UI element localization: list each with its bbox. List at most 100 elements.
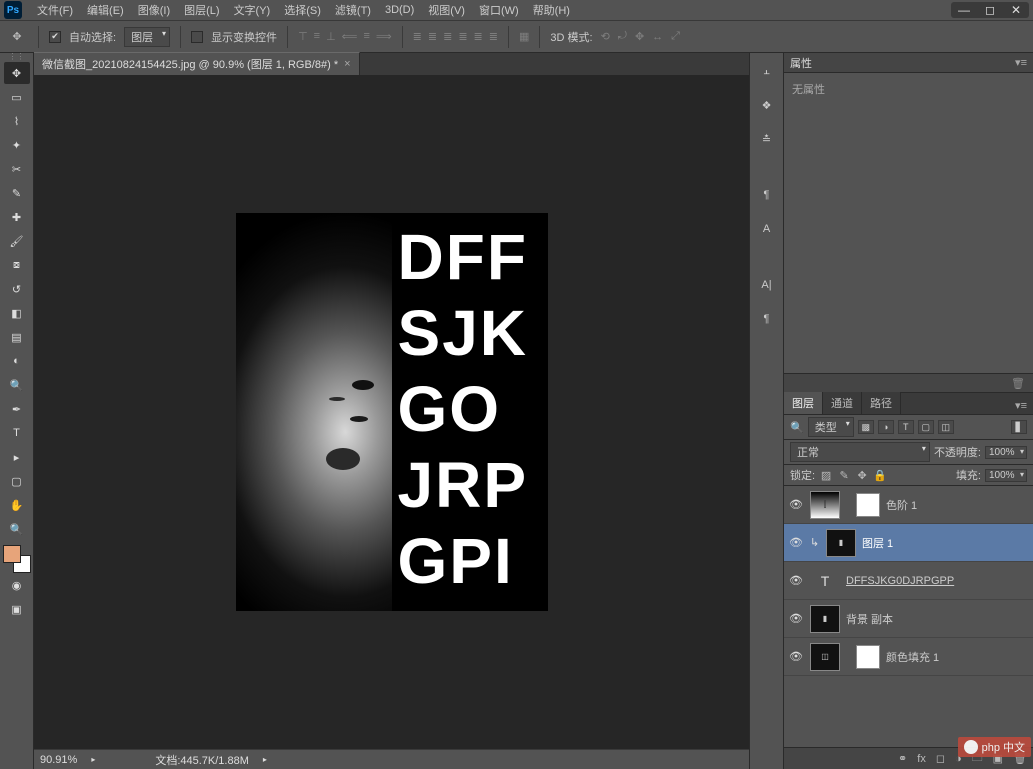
- auto-select-checkbox[interactable]: ✔: [49, 31, 61, 43]
- menu-file[interactable]: 文件(F): [30, 0, 80, 20]
- menu-edit[interactable]: 编辑(E): [80, 0, 131, 20]
- menu-help[interactable]: 帮助(H): [526, 0, 577, 20]
- hand-tool[interactable]: ✋: [4, 494, 30, 516]
- align-right-icon[interactable]: ⟹: [376, 30, 392, 43]
- zoom-readout[interactable]: 90.91%: [40, 754, 77, 766]
- add-mask-icon[interactable]: ◻: [936, 752, 945, 765]
- 3d-orbit-icon[interactable]: ⟲: [601, 30, 610, 43]
- align-bottom-icon[interactable]: ⊥: [326, 30, 336, 43]
- visibility-icon[interactable]: 👁: [788, 612, 804, 625]
- menu-view[interactable]: 视图(V): [421, 0, 472, 20]
- adjustments-panel-icon[interactable]: ≛: [755, 127, 779, 151]
- panel-menu-icon[interactable]: ▾≡: [1009, 397, 1033, 414]
- layer-name[interactable]: 颜色填充 1: [886, 649, 1029, 665]
- filter-smart-icon[interactable]: ◫: [938, 420, 954, 434]
- shape-tool[interactable]: ▢: [4, 470, 30, 492]
- stamp-tool[interactable]: ⧇: [4, 254, 30, 276]
- lasso-tool[interactable]: ⌇: [4, 110, 30, 132]
- opacity-field[interactable]: 100%: [985, 446, 1027, 459]
- filter-adjust-icon[interactable]: ◑: [878, 420, 894, 434]
- mask-thumb[interactable]: [856, 645, 880, 669]
- visibility-icon[interactable]: 👁: [788, 536, 804, 549]
- eraser-tool[interactable]: ◧: [4, 302, 30, 324]
- path-select-tool[interactable]: ▸: [4, 446, 30, 468]
- crop-tool[interactable]: ✂: [4, 158, 30, 180]
- foreground-swatch[interactable]: [3, 545, 21, 563]
- align-left-icon[interactable]: ⟸: [342, 30, 358, 43]
- screenmode-tool[interactable]: ▣: [4, 598, 30, 620]
- type-tool[interactable]: T: [4, 422, 30, 444]
- distribute-v-icon[interactable]: ≣: [428, 30, 437, 43]
- properties-tab[interactable]: 属性: [790, 55, 812, 71]
- distribute-left-icon[interactable]: ≣: [458, 30, 467, 43]
- brush-tool[interactable]: 🖌: [4, 230, 30, 252]
- canvas[interactable]: DFF SJK GO JRP GPI: [34, 75, 749, 749]
- lock-position-icon[interactable]: ✥: [855, 468, 869, 482]
- character-panel-icon[interactable]: A: [755, 217, 779, 241]
- 3d-roll-icon[interactable]: ⤾: [618, 30, 627, 43]
- layer-row[interactable]: 👁 ◫ 颜色填充 1: [784, 638, 1033, 676]
- dodge-tool[interactable]: 🔍: [4, 374, 30, 396]
- tab-paths[interactable]: 路径: [862, 392, 901, 414]
- mask-thumb[interactable]: [856, 493, 880, 517]
- window-maximize[interactable]: ◻: [977, 2, 1003, 18]
- gradient-tool[interactable]: ▤: [4, 326, 30, 348]
- visibility-icon[interactable]: 👁: [788, 498, 804, 511]
- link-layers-icon[interactable]: ⚭: [898, 752, 907, 765]
- layer-filter-kind[interactable]: 类型: [808, 417, 854, 437]
- marquee-tool[interactable]: ▭: [4, 86, 30, 108]
- distribute-bottom-icon[interactable]: ≣: [443, 30, 452, 43]
- layer-row[interactable]: 👁 ↳ ▮ 图层 1: [784, 524, 1033, 562]
- menu-3d[interactable]: 3D(D): [378, 2, 421, 18]
- color-panel-icon[interactable]: ❖: [755, 93, 779, 117]
- quick-select-tool[interactable]: ✦: [4, 134, 30, 156]
- distribute-right-icon[interactable]: ≣: [489, 30, 498, 43]
- window-close[interactable]: ✕: [1003, 2, 1029, 18]
- menu-filter[interactable]: 滤镜(T): [328, 0, 378, 20]
- paragraph-panel-icon[interactable]: ¶: [755, 183, 779, 207]
- fill-field[interactable]: 100%: [985, 469, 1027, 482]
- filter-shape-icon[interactable]: ▢: [918, 420, 934, 434]
- 3d-pan-icon[interactable]: ✥: [635, 30, 644, 43]
- layer-name[interactable]: 背景 副本: [846, 611, 1029, 627]
- layer-fx-icon[interactable]: fx: [917, 753, 926, 765]
- trash-icon[interactable]: 🗑: [1011, 377, 1025, 390]
- move-tool[interactable]: ✥: [4, 62, 30, 84]
- visibility-icon[interactable]: 👁: [788, 650, 804, 663]
- auto-select-dropdown[interactable]: 图层: [124, 27, 170, 47]
- filter-type-icon[interactable]: T: [898, 420, 914, 434]
- align-hcenter-icon[interactable]: ≡: [363, 30, 369, 43]
- pen-tool[interactable]: ✒: [4, 398, 30, 420]
- docinfo-readout[interactable]: 文档:445.7K/1.88M: [155, 752, 249, 768]
- 3d-slide-icon[interactable]: ↔: [652, 31, 663, 43]
- eyedropper-tool[interactable]: ✎: [4, 182, 30, 204]
- window-minimize[interactable]: —: [951, 2, 977, 18]
- panel-menu-icon[interactable]: ▾≡: [1015, 56, 1027, 69]
- layer-row[interactable]: 👁 T DFFSJKG0DJRPGPP: [784, 562, 1033, 600]
- 3d-scale-icon[interactable]: ⤢: [671, 30, 680, 43]
- auto-align-icon[interactable]: ▦: [519, 30, 529, 43]
- layer-row[interactable]: 👁 ▮ 背景 副本: [784, 600, 1033, 638]
- layer-name[interactable]: DFFSJKG0DJRPGPP: [846, 575, 1029, 587]
- align-top-icon[interactable]: ⊤: [298, 30, 308, 43]
- histogram-panel-icon[interactable]: ⫠: [755, 59, 779, 83]
- lock-transparency-icon[interactable]: ▨: [819, 468, 833, 482]
- menu-type[interactable]: 文字(Y): [227, 0, 278, 20]
- blur-tool[interactable]: ◐: [4, 350, 30, 372]
- lock-pixels-icon[interactable]: ✎: [837, 468, 851, 482]
- show-transform-checkbox[interactable]: [191, 31, 203, 43]
- glyphs-panel-icon[interactable]: A|: [755, 273, 779, 297]
- menu-window[interactable]: 窗口(W): [472, 0, 526, 20]
- layer-name[interactable]: 图层 1: [862, 535, 1029, 551]
- menu-layer[interactable]: 图层(L): [177, 0, 226, 20]
- distribute-top-icon[interactable]: ≣: [413, 30, 422, 43]
- layer-name[interactable]: 色阶 1: [886, 497, 1029, 513]
- lock-all-icon[interactable]: 🔒: [873, 468, 887, 482]
- color-swatches[interactable]: [3, 545, 31, 573]
- distribute-h-icon[interactable]: ≣: [474, 30, 483, 43]
- tab-channels[interactable]: 通道: [823, 392, 862, 414]
- properties-panel-header[interactable]: 属性 ▾≡: [784, 53, 1033, 73]
- document-tab[interactable]: 微信截图_20210824154425.jpg @ 90.9% (图层 1, R…: [34, 52, 360, 75]
- history-brush-tool[interactable]: ↺: [4, 278, 30, 300]
- menu-image[interactable]: 图像(I): [131, 0, 177, 20]
